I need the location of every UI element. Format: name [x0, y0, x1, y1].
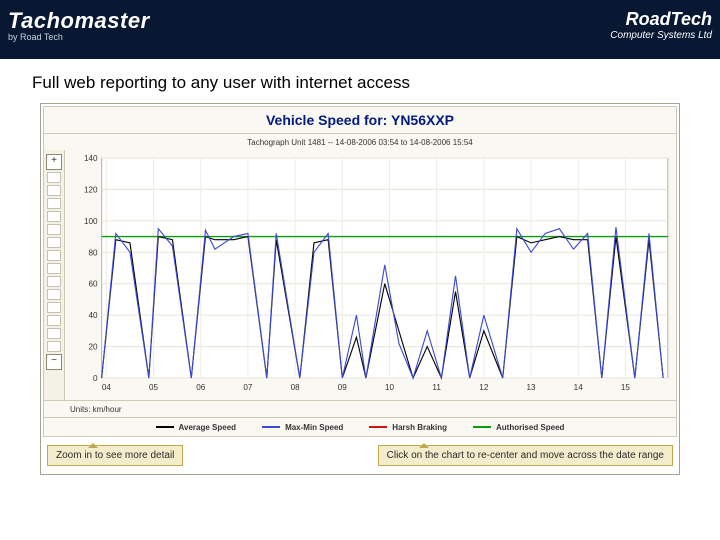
zoom-out-button[interactable]: −: [46, 354, 62, 370]
zoom-step[interactable]: [47, 198, 61, 209]
units-label: Units: km/hour: [44, 400, 676, 417]
svg-text:12: 12: [479, 383, 489, 392]
legend-item: Authorised Speed: [473, 423, 564, 432]
chart-frame: Vehicle Speed for: YN56XXP Tachograph Un…: [40, 103, 680, 475]
tip-zoom: Zoom in to see more detail: [47, 445, 183, 466]
svg-text:11: 11: [432, 383, 441, 392]
svg-text:140: 140: [84, 154, 98, 163]
zoom-in-button[interactable]: +: [46, 154, 62, 170]
zoom-step[interactable]: [47, 250, 61, 261]
svg-text:14: 14: [574, 383, 584, 392]
svg-text:120: 120: [84, 185, 98, 194]
legend-item: Harsh Braking: [369, 423, 447, 432]
zoom-step[interactable]: [47, 315, 61, 326]
brand-name: Tachomaster: [8, 8, 150, 34]
zoom-step[interactable]: [47, 328, 61, 339]
zoom-step[interactable]: [47, 185, 61, 196]
zoom-step[interactable]: [47, 289, 61, 300]
zoom-step[interactable]: [47, 276, 61, 287]
zoom-step[interactable]: [47, 263, 61, 274]
svg-text:06: 06: [196, 383, 206, 392]
svg-text:08: 08: [291, 383, 301, 392]
chart-plot[interactable]: 0 20 40 60 80 100 120 140 04 05 06 07 08 09 10 11 12 13 14…: [65, 150, 676, 400]
company-subtitle: Computer Systems Ltd: [610, 30, 712, 41]
svg-text:60: 60: [89, 280, 99, 289]
tip-recenter: Click on the chart to re-center and move…: [378, 445, 673, 466]
legend-item: Max-Min Speed: [262, 423, 343, 432]
svg-text:80: 80: [89, 248, 99, 257]
svg-text:100: 100: [84, 217, 98, 226]
svg-text:13: 13: [526, 383, 536, 392]
chart-subtitle: Tachograph Unit 1481 -- 14-08-2006 03:54…: [44, 134, 676, 150]
chart-title: Vehicle Speed for: YN56XXP: [44, 107, 676, 134]
zoom-step[interactable]: [47, 224, 61, 235]
svg-text:10: 10: [385, 383, 395, 392]
svg-text:20: 20: [89, 343, 99, 352]
top-bar: Tachomaster by Road Tech RoadTech Comput…: [0, 0, 720, 58]
legend-item: Average Speed: [156, 423, 237, 432]
svg-text:0: 0: [93, 374, 98, 383]
company-name: RoadTech: [610, 9, 712, 30]
zoom-step[interactable]: [47, 172, 61, 183]
zoom-step[interactable]: [47, 302, 61, 313]
zoom-sidebar: + −: [44, 150, 65, 400]
svg-text:04: 04: [102, 383, 112, 392]
page-heading: Full web reporting to any user with inte…: [0, 59, 720, 103]
zoom-step[interactable]: [47, 211, 61, 222]
svg-text:15: 15: [621, 383, 631, 392]
svg-text:40: 40: [89, 311, 99, 320]
zoom-step[interactable]: [47, 341, 61, 352]
svg-text:05: 05: [149, 383, 159, 392]
chart-legend: Average Speed Max-Min Speed Harsh Brakin…: [44, 417, 676, 436]
brand-subtitle: by Road Tech: [8, 32, 150, 42]
svg-text:09: 09: [338, 383, 348, 392]
zoom-step[interactable]: [47, 237, 61, 248]
svg-text:07: 07: [243, 383, 253, 392]
